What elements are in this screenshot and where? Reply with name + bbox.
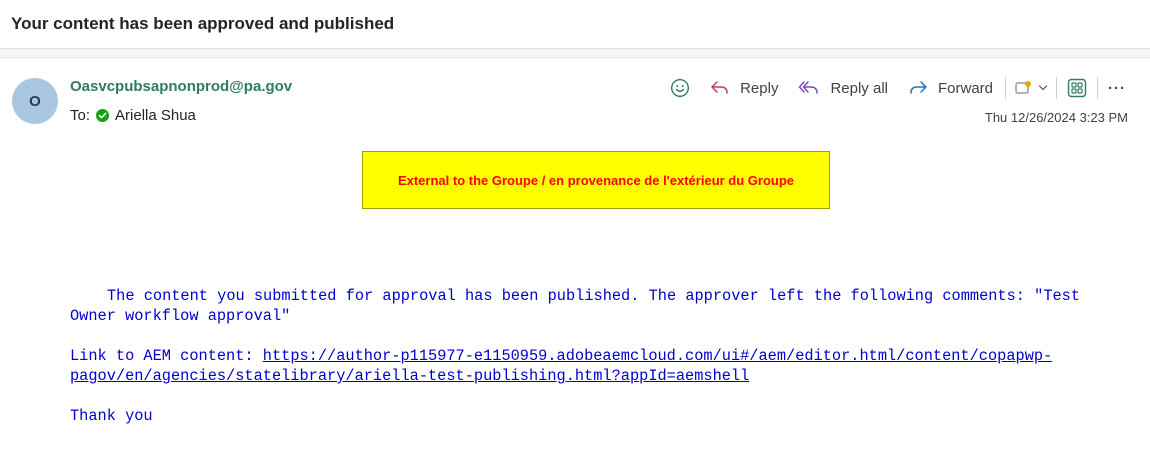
- smiley-icon: [671, 78, 690, 98]
- chevron-down-icon: [1038, 85, 1048, 91]
- subject-bar: Your content has been approved and publi…: [0, 0, 1150, 49]
- aem-content-link-continued[interactable]: pagov/en/agencies/statelibrary/ariella-t…: [70, 367, 749, 385]
- recipient-name[interactable]: Ariella Shua: [115, 107, 196, 124]
- reply-label: Reply: [740, 79, 779, 97]
- avatar-initial: O: [29, 92, 41, 110]
- aem-content-link[interactable]: https://author-p115977-e1150959.adobeaem…: [263, 347, 1052, 365]
- forward-icon: [910, 81, 927, 94]
- reply-all-icon: [799, 81, 819, 94]
- react-button[interactable]: [664, 74, 704, 102]
- external-sender-banner: External to the Groupe / en provenance d…: [362, 151, 830, 209]
- email-subject: Your content has been approved and publi…: [11, 14, 395, 33]
- to-label: To:: [70, 107, 91, 124]
- link-label: Link to AEM content:: [70, 347, 263, 365]
- reply-all-button[interactable]: Reply all: [792, 74, 902, 102]
- more-actions-button[interactable]: ···: [1102, 74, 1132, 102]
- sender-address[interactable]: Oasvcpubsapnonprod@pa.gov: [70, 78, 292, 95]
- email-body: The content you submitted for approval h…: [70, 286, 1110, 426]
- link-paragraph: Link to AEM content: https://author-p115…: [70, 346, 1110, 386]
- header-divider: [0, 49, 1150, 58]
- body-spacer-2: [70, 386, 1110, 406]
- forward-button[interactable]: Forward: [902, 74, 1001, 102]
- forward-label: Forward: [937, 79, 993, 97]
- sender-avatar[interactable]: O: [12, 78, 58, 124]
- reply-icon: [711, 81, 728, 94]
- message-flag-icon: [1015, 81, 1031, 94]
- recipient-line: To: Ariella Shua: [70, 107, 196, 124]
- presence-available-icon: [96, 109, 110, 122]
- message-toolbar: Reply Reply all Forward ···: [664, 74, 1132, 102]
- toolbar-separator-3: [1097, 77, 1098, 99]
- closing-line: Thank you: [70, 407, 153, 425]
- received-timestamp: Thu 12/26/2024 3:23 PM: [984, 110, 1128, 125]
- banner-text: External to the Groupe / en provenance d…: [397, 172, 795, 188]
- toolbar-separator-2: [1056, 77, 1057, 99]
- toolbar-separator: [1005, 77, 1006, 99]
- message-actions-dropdown[interactable]: [1010, 74, 1052, 102]
- body-line-2: Owner workflow approval": [70, 307, 291, 325]
- more-icon: ···: [1108, 79, 1126, 97]
- body-line-1: The content you submitted for approval h…: [107, 287, 1081, 305]
- apps-button[interactable]: [1061, 74, 1093, 102]
- reply-all-label: Reply all: [830, 79, 888, 97]
- reply-button[interactable]: Reply: [704, 74, 792, 102]
- apps-grid-icon: [1067, 78, 1087, 98]
